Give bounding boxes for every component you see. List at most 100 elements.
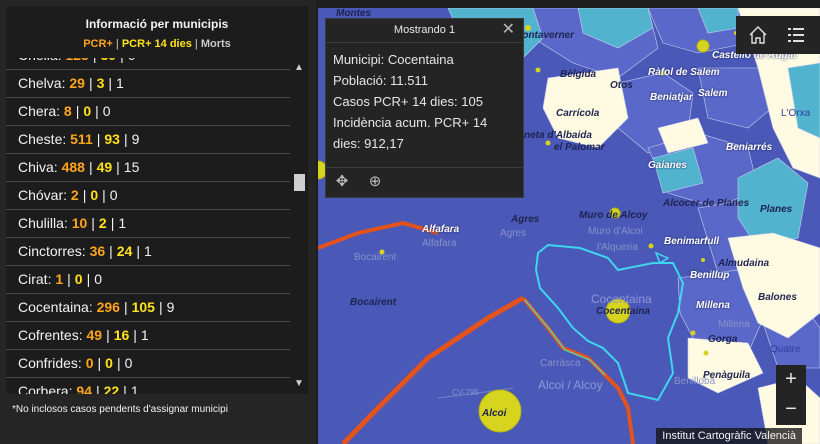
row-pcr14: 93 <box>104 131 120 147</box>
town-label: Salem <box>698 88 728 99</box>
row-sep: | <box>123 299 128 315</box>
town-label: L'Orxa <box>781 108 811 119</box>
list-item[interactable]: Chóvar: 2 | 0 | 0 <box>6 182 290 210</box>
case-circle[interactable] <box>535 67 541 73</box>
row-sep: | <box>97 355 102 371</box>
scroll-up-arrow-icon[interactable]: ▲ <box>290 60 308 76</box>
layer-list-button[interactable] <box>780 20 812 50</box>
row-morts: 0 <box>109 187 118 203</box>
case-circle[interactable] <box>703 350 709 356</box>
case-circle[interactable] <box>701 258 705 262</box>
row-colon: : <box>63 215 72 231</box>
row-sep: | <box>67 271 71 287</box>
town-label: Ràfol de Salem <box>648 67 720 78</box>
case-circle[interactable] <box>648 243 654 249</box>
list-item[interactable]: Cofrentes: 49 | 16 | 1 <box>6 322 290 350</box>
popup-municipi: Municipi: Cocentaina <box>333 52 454 67</box>
municipality-list[interactable]: Chella: 125|30|0Chelva: 29|3|1Chera: 8|0… <box>6 58 308 394</box>
case-circle[interactable] <box>545 140 551 146</box>
town-label: Benillup <box>690 270 730 281</box>
town-label: Bocairent <box>350 297 397 308</box>
legend-pcr: PCR+ <box>83 38 113 50</box>
list-item[interactable]: Cheste: 511 | 93 | 9 <box>6 126 290 154</box>
list-item[interactable]: Cinctorres: 36 | 24 | 1 <box>6 238 290 266</box>
home-icon <box>749 26 767 44</box>
zoom-out-button[interactable]: − <box>776 395 806 425</box>
town-label: Carràsca <box>540 358 581 369</box>
list-item[interactable]: Chera: 8 | 0 | 0 <box>6 98 290 126</box>
row-sep: | <box>123 383 127 394</box>
list-item[interactable]: Chella: 125|30|0 <box>6 58 290 70</box>
row-colon: : <box>81 243 90 259</box>
list-item[interactable]: Confrides: 0 | 0 | 0 <box>6 350 290 378</box>
row-morts: 9 <box>166 299 175 315</box>
list-item[interactable]: Cocentaina: 296 | 105 | 9 <box>6 294 290 322</box>
row-name: Corbera <box>18 383 69 394</box>
home-button[interactable] <box>742 20 774 50</box>
map-view[interactable]: Montaverner Castelló de Rugat Bèlgida Ot… <box>318 8 820 444</box>
row-sep: | <box>110 215 115 231</box>
row-sep: | <box>82 187 87 203</box>
row-pcr14: 0 <box>83 103 92 119</box>
town-label: Alcocer de Planes <box>663 198 750 209</box>
row-sep: | <box>123 131 128 147</box>
row-morts: 1 <box>116 75 124 91</box>
row-pcr: 1 <box>55 271 64 287</box>
town-label: Beniatjar <box>650 92 693 103</box>
row-name: Cheste <box>18 131 63 147</box>
row-colon: : <box>56 103 64 119</box>
town-label: Otos <box>610 80 633 91</box>
town-label: Cocentaina <box>596 306 650 317</box>
row-pcr: 49 <box>86 327 103 343</box>
row-sep: | <box>89 58 101 63</box>
list-item[interactable]: Chiva: 488 | 49 | 15 <box>6 154 290 182</box>
row-name: Chella <box>18 58 58 63</box>
panel-title: Informació per municipis <box>85 17 229 31</box>
row-name: Chelva <box>18 75 62 91</box>
town-label: Muro de Alcoy <box>579 210 648 221</box>
map-widget-bar <box>736 16 820 54</box>
row-name: Cinctorres <box>18 243 82 259</box>
row-name: Chulilla <box>18 215 64 231</box>
row-pcr14: 2 <box>98 215 107 231</box>
list-item[interactable]: Cirat: 1 | 0 | 0 <box>6 266 290 294</box>
row-name: Chera <box>18 103 57 119</box>
scroll-down-arrow-icon[interactable]: ▼ <box>290 376 308 392</box>
popup-poblacio: Població: 11.511 <box>333 73 428 88</box>
list-item[interactable]: Corbera: 94 | 22 | 1 <box>6 378 290 394</box>
row-morts: 0 <box>128 58 136 63</box>
town-label: Almudaina <box>718 258 770 269</box>
town-label: neta d'Albaida <box>524 130 592 141</box>
town-label: Gorga <box>708 334 738 345</box>
town-label: Alfafara <box>422 224 460 235</box>
row-sep: | <box>91 215 95 231</box>
case-circle[interactable] <box>696 39 710 53</box>
list-item[interactable]: Chulilla: 10 | 2 | 1 <box>6 210 290 238</box>
row-pcr14: 0 <box>90 187 99 203</box>
case-circle[interactable] <box>690 330 696 336</box>
row-pcr: 511 <box>70 131 93 147</box>
row-morts: 0 <box>94 271 103 287</box>
row-name: Cirat <box>18 271 48 287</box>
close-icon[interactable]: ✕ <box>502 21 515 39</box>
row-pcr14: 22 <box>103 383 120 394</box>
scrollbar-thumb[interactable] <box>294 174 305 191</box>
row-morts: 1 <box>118 215 127 231</box>
list-item[interactable]: Chelva: 29 | 3 | 1 <box>6 70 290 98</box>
row-sep: | <box>88 159 93 175</box>
zoom-to-icon[interactable]: ⊕ <box>364 172 386 192</box>
row-pcr: 29 <box>69 75 85 91</box>
scrollbar[interactable]: ▲ ▼ <box>290 58 308 394</box>
pan-to-icon[interactable]: ✥ <box>331 172 353 192</box>
zoom-in-button[interactable]: + <box>776 365 806 395</box>
list-content: Chella: 125|30|0Chelva: 29|3|1Chera: 8|0… <box>6 58 290 394</box>
road-label: CV-795 <box>452 388 479 397</box>
row-pcr14: 0 <box>74 271 83 287</box>
row-pcr14: 105 <box>131 299 155 315</box>
row-pcr14: 30 <box>100 58 116 63</box>
panel-header: Informació per municipis PCR+ | PCR+ 14 … <box>6 6 308 58</box>
row-name: Cofrentes <box>18 327 79 343</box>
town-label: Balones <box>758 292 797 303</box>
town-label: Alcoi <box>482 408 507 419</box>
row-morts: 0 <box>102 103 111 119</box>
